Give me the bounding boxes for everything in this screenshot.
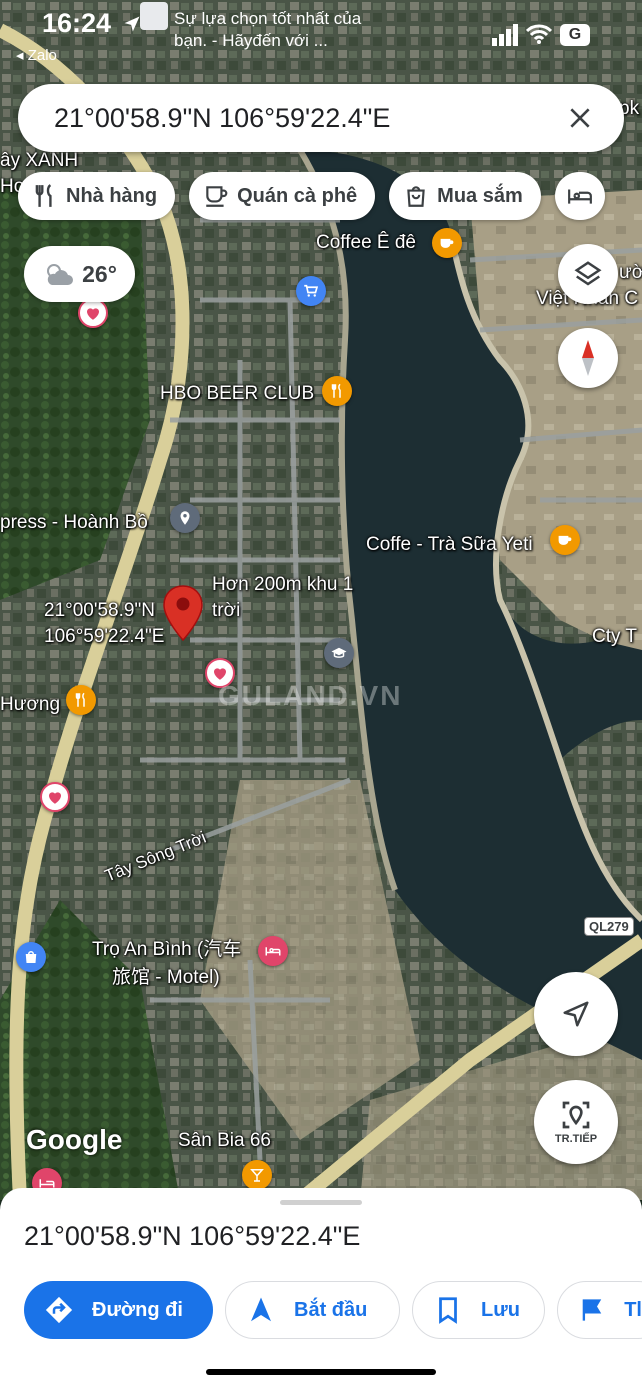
button-label: Đường đi — [92, 1298, 183, 1321]
sheet-drag-handle[interactable] — [280, 1200, 362, 1205]
action-buttons: Đường đi Bắt đầu Lưu Tl — [24, 1281, 642, 1339]
school-marker-icon[interactable] — [324, 638, 354, 668]
map-label-motel[interactable]: Trọ An Bình (汽车 — [92, 934, 241, 961]
bar-marker-icon[interactable] — [242, 1160, 272, 1190]
directions-button[interactable]: Đường đi — [24, 1281, 213, 1339]
cloud-sun-icon — [47, 264, 74, 285]
chip-coffee[interactable]: Quán cà phê — [189, 172, 376, 220]
button-label: Tl — [624, 1298, 642, 1321]
search-bar[interactable]: 21°00'58.9"N 106°59'22.4"E — [18, 84, 624, 152]
map-label-coffee-yeti[interactable]: Coffe - Trà Sữa Yeti — [366, 534, 533, 556]
cafe-marker-icon[interactable] — [550, 525, 580, 555]
my-location-button[interactable] — [534, 972, 618, 1056]
cafe-marker-icon[interactable] — [432, 228, 462, 258]
flag-icon — [582, 1299, 602, 1321]
wifi-icon — [526, 24, 552, 44]
shopping-bag-icon — [407, 186, 425, 207]
map-label-motel[interactable]: 旅馆 - Motel) — [112, 962, 220, 989]
saved-place-heart-icon[interactable] — [40, 782, 70, 812]
navigation-arrow-icon — [563, 1001, 589, 1027]
restaurant-marker-icon[interactable] — [322, 376, 352, 406]
bookmark-icon — [439, 1297, 457, 1324]
location-arrow-icon — [124, 16, 140, 32]
search-query[interactable]: 21°00'58.9"N 106°59'22.4"E — [54, 103, 558, 134]
map-label-park[interactable]: trời — [212, 600, 240, 622]
chip-restaurants[interactable]: Nhà hàng — [18, 172, 176, 220]
map-label-stadium[interactable]: Sân Bia 66 — [178, 1130, 271, 1152]
compass-button[interactable] — [558, 328, 618, 388]
chip-shopping[interactable]: Mua sắm — [389, 172, 541, 220]
shopping-bag-marker-icon[interactable] — [16, 942, 46, 972]
start-navigation-button[interactable]: Bắt đầu — [225, 1281, 400, 1339]
google-logo: Google — [26, 1124, 123, 1155]
live-view-button[interactable]: TR.TIẾP — [534, 1080, 618, 1164]
map-label-hbo-beer-club[interactable]: HBO BEER CLUB — [160, 383, 314, 405]
map-label-coffee-e-de[interactable]: Coffee Ê đê — [316, 232, 416, 254]
compass-icon — [582, 340, 594, 376]
notification-line: Sự lựa chọn tốt nhất của — [174, 9, 362, 28]
status-bar: 16:24 ◂ Zalo Sự lựa chọn tốt nhất của bạ… — [0, 0, 642, 70]
clear-search-button[interactable] — [558, 96, 602, 140]
dropped-pin-icon[interactable] — [162, 584, 204, 642]
save-button[interactable]: Lưu — [412, 1281, 545, 1339]
network-type: G — [568, 26, 582, 43]
location-marker-icon[interactable] — [170, 503, 200, 533]
place-bottom-sheet[interactable]: 21°00'58.9"N 106°59'22.4"E Đường đi Bắt … — [0, 1188, 642, 1389]
map-label-place[interactable]: ườ — [619, 262, 642, 284]
battery-icon: G — [560, 24, 590, 46]
layers-button[interactable] — [558, 244, 618, 304]
directions-icon — [45, 1296, 73, 1324]
map-label-huong[interactable]: Hương — [0, 694, 60, 716]
map-label-park[interactable]: Hơn 200m khu 1 — [212, 574, 353, 596]
live-view-pin-icon — [562, 1101, 590, 1129]
fork-knife-icon — [35, 184, 52, 207]
back-to-app-link[interactable]: ◂ Zalo — [16, 46, 57, 64]
close-icon — [570, 108, 590, 128]
dropped-pin-coord-label: 21°00'58.9"N — [44, 600, 155, 621]
watermark: GULAND.VN — [218, 680, 403, 711]
chip-label: Quán cà phê — [237, 184, 358, 207]
chip-hotels[interactable] — [554, 172, 605, 220]
weather-temperature: 26° — [82, 260, 117, 287]
notification-line: bạn. - Hãyđến với ... — [174, 31, 328, 50]
notification-banner[interactable]: Sự lựa chọn tốt nhất của bạn. - Hãyđến v… — [174, 8, 361, 52]
restaurant-marker-icon[interactable] — [66, 685, 96, 715]
status-time: 16:24 — [42, 8, 112, 38]
chip-label: Nhà hàng — [66, 184, 158, 207]
label-button[interactable]: Tl — [557, 1281, 642, 1339]
bed-icon — [567, 189, 592, 204]
chip-label: Mua sắm — [437, 184, 523, 207]
shopping-cart-marker-icon[interactable] — [296, 276, 326, 306]
button-label: Bắt đầu — [294, 1298, 368, 1321]
hotel-marker-icon[interactable] — [258, 936, 288, 966]
category-chips: Nhà hàng Quán cà phê Mua sắm — [18, 172, 605, 222]
map-label-express[interactable]: press - Hoành Bồ — [0, 512, 148, 534]
dropped-pin-coord-label: 106°59'22.4"E — [44, 626, 165, 647]
map-label-place[interactable]: ây XANH — [0, 150, 78, 172]
button-label: Lưu — [481, 1298, 520, 1321]
layers-icon — [574, 261, 602, 286]
live-view-label: TR.TIẾP — [554, 1133, 598, 1145]
place-title: 21°00'58.9"N 106°59'22.4"E — [24, 1221, 361, 1251]
highway-shield: QL279 — [584, 917, 634, 936]
weather-badge[interactable]: 26° — [24, 246, 135, 302]
home-indicator[interactable] — [206, 1369, 436, 1375]
map-label-city[interactable]: Cty T — [592, 626, 637, 648]
coffee-cup-icon — [206, 186, 228, 207]
notification-app-icon — [140, 2, 168, 30]
saved-place-heart-icon[interactable] — [78, 298, 108, 328]
navigation-arrow-icon — [251, 1297, 271, 1322]
cellular-signal-icon — [492, 24, 518, 46]
